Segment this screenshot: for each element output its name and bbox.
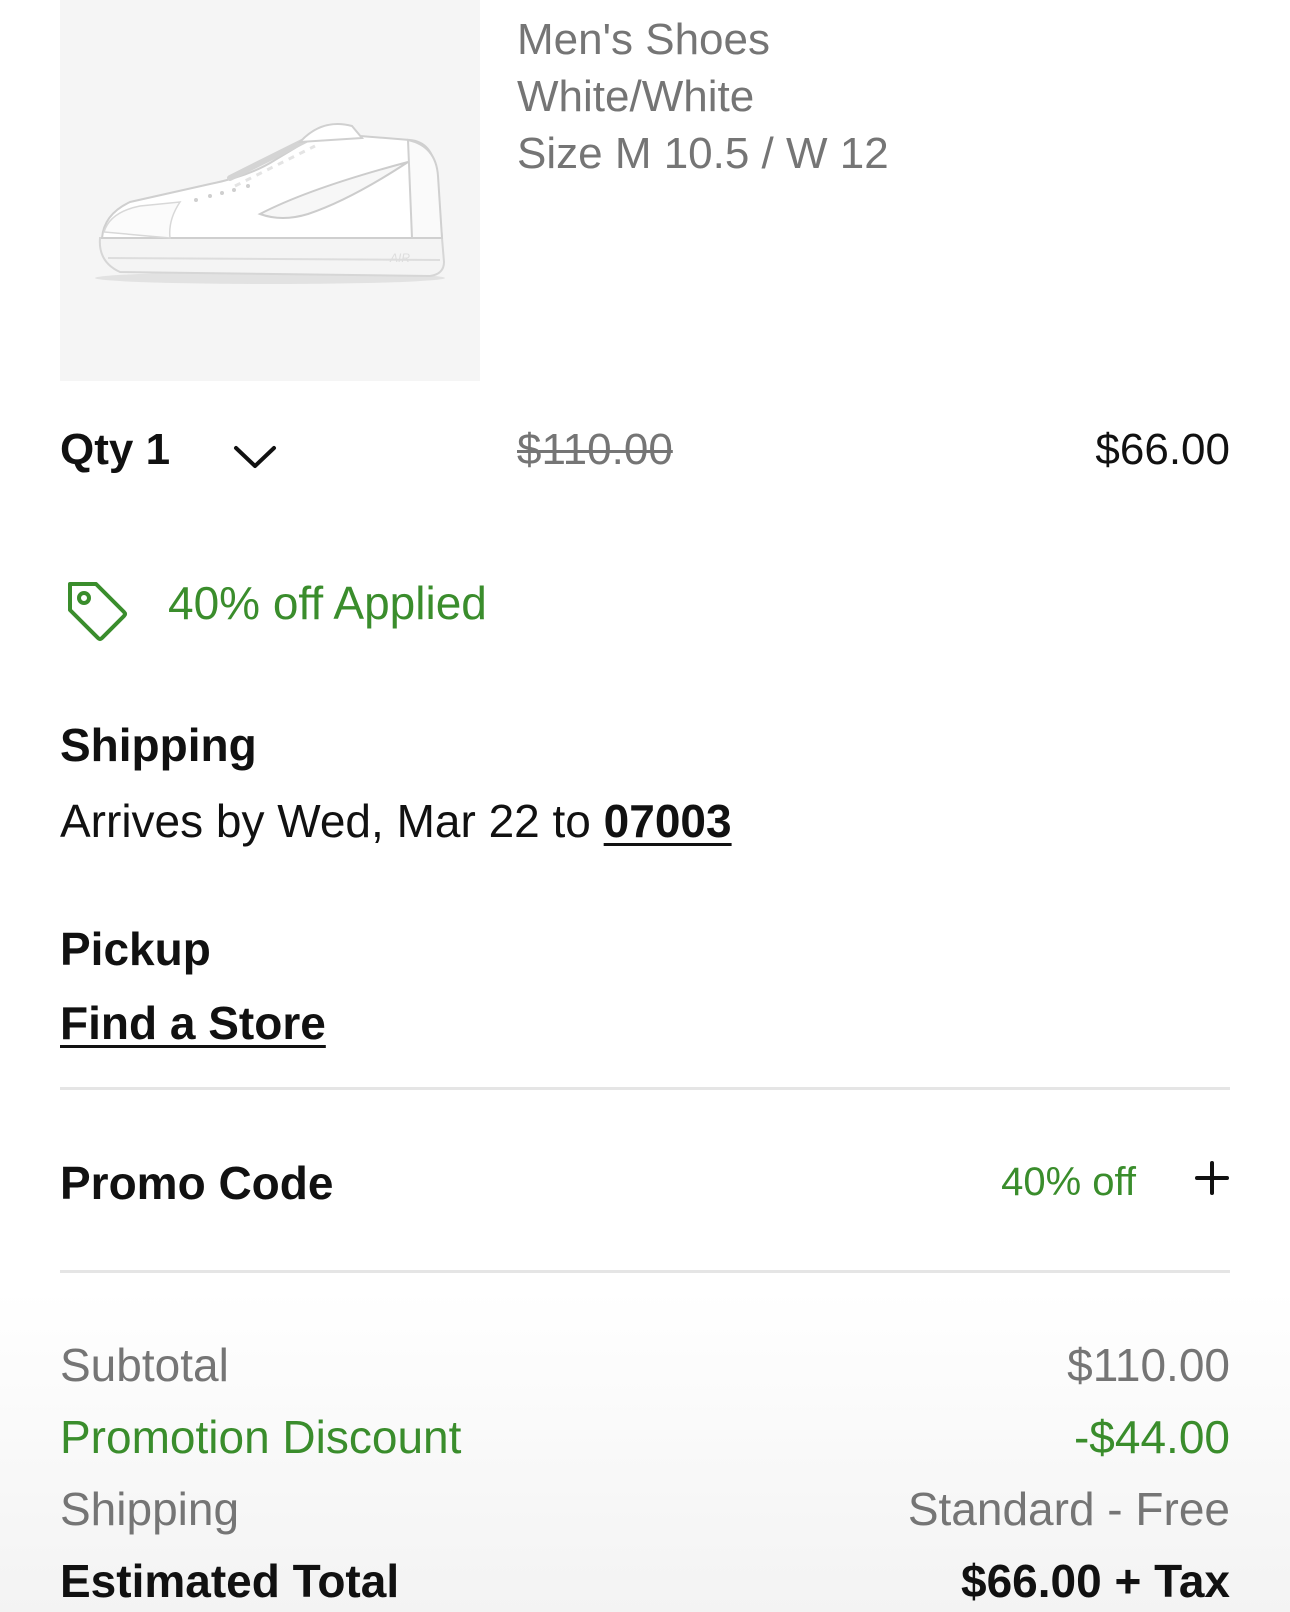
divider	[60, 1087, 1230, 1090]
summary-shipping-value: Standard - Free	[907, 1483, 1230, 1535]
tag-icon	[64, 578, 130, 644]
product-color: White/White	[517, 72, 755, 121]
shipping-title: Shipping	[60, 719, 257, 771]
shipping-zip-link[interactable]: 07003	[604, 795, 732, 847]
find-a-store-link[interactable]: Find a Store	[60, 1000, 326, 1046]
subtotal-label: Subtotal	[60, 1339, 229, 1391]
promo-code-label[interactable]: Promo Code	[60, 1160, 333, 1206]
divider	[60, 1270, 1230, 1273]
estimated-total-value: $66.00 + Tax	[961, 1555, 1230, 1607]
discount-applied-text: 40% off Applied	[168, 577, 487, 629]
white-sneaker-image: AIR	[95, 123, 446, 284]
promo-code-value: 40% off	[1001, 1160, 1136, 1204]
chevron-down-icon[interactable]	[232, 442, 278, 472]
shipping-arrival-text: Arrives by Wed, Mar 22 to	[60, 795, 604, 847]
summary-shipping-label: Shipping	[60, 1483, 240, 1535]
product-category: Men's Shoes	[517, 15, 770, 64]
pickup-title: Pickup	[60, 923, 211, 975]
product-image[interactable]: AIR	[60, 0, 480, 381]
current-price: $66.00	[1095, 425, 1230, 474]
plus-icon[interactable]	[1194, 1160, 1230, 1196]
quantity-selector[interactable]: Qty 1	[60, 428, 170, 472]
promotion-discount-label: Promotion Discount	[60, 1411, 462, 1463]
estimated-total-label: Estimated Total	[60, 1555, 400, 1607]
original-price: $110.00	[517, 425, 673, 474]
shipping-arrival: Arrives by Wed, Mar 22 to 07003	[60, 798, 732, 844]
svg-text:AIR: AIR	[389, 251, 410, 265]
promotion-discount-value: -$44.00	[1073, 1411, 1230, 1463]
subtotal-value: $110.00	[1067, 1339, 1230, 1391]
product-size: Size M 10.5 / W 12	[517, 129, 889, 178]
